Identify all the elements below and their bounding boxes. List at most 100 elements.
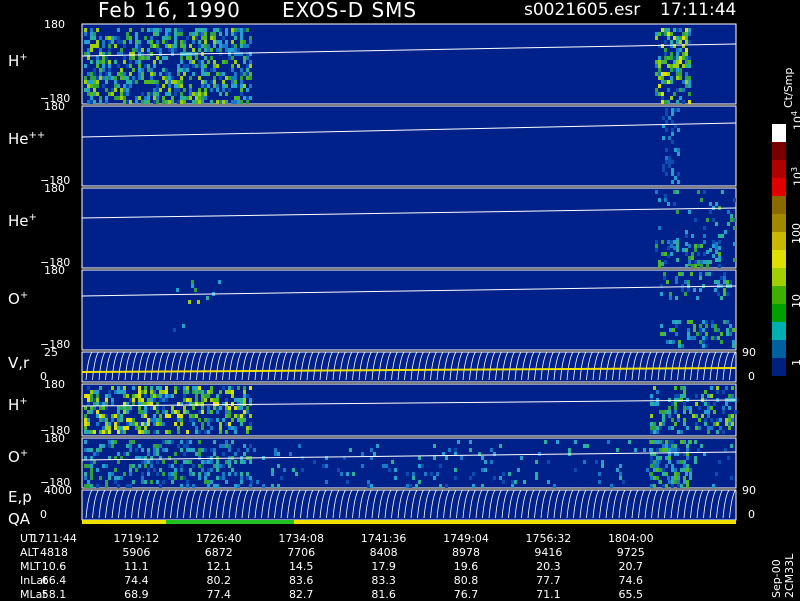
h-plus-activity — [213, 80, 216, 84]
h-plus-activity — [114, 44, 117, 48]
he-pp-activity — [665, 120, 668, 124]
h-plus-2-activity — [117, 426, 120, 430]
o-plus-2-activity — [183, 476, 186, 480]
h-plus-activity — [174, 88, 177, 92]
o-plus-activity — [714, 328, 717, 332]
o-plus-2-activity — [514, 480, 517, 484]
h-plus-activity — [138, 68, 141, 72]
h-plus-2-activity — [662, 414, 665, 418]
o-plus-activity — [699, 328, 702, 332]
o-plus-2-activity — [243, 452, 246, 456]
o-plus-activity — [660, 324, 663, 328]
h-plus-activity — [165, 40, 168, 44]
he-plus-activity — [718, 234, 721, 238]
o-plus-activity — [702, 328, 705, 332]
o-plus-2-activity — [246, 448, 249, 452]
qa-highlight — [166, 520, 294, 524]
o-plus-2-activity — [674, 476, 677, 480]
o-plus-2-activity — [668, 444, 671, 448]
o-plus-2-activity — [511, 480, 514, 484]
y-tick-right-min: 0 — [748, 370, 755, 383]
o-plus-2-activity — [668, 448, 671, 452]
h-plus-2-activity — [683, 386, 686, 390]
h-plus-activity — [117, 72, 120, 76]
o-plus-2-activity — [659, 448, 662, 452]
o-plus-2-activity — [662, 484, 665, 488]
o-plus-2-activity — [671, 464, 674, 468]
he-plus-activity — [655, 244, 658, 248]
o-plus-2-activity — [108, 476, 111, 480]
h-plus-activity — [147, 100, 150, 104]
h-plus-activity — [117, 36, 120, 40]
h-plus-2-activity — [105, 414, 108, 418]
h-plus-activity — [180, 44, 183, 48]
o-plus-2-activity — [156, 472, 159, 476]
h-plus-2-activity — [216, 410, 219, 414]
h-plus-2-activity — [650, 426, 653, 430]
colorbar — [772, 124, 786, 376]
o-plus-2-activity — [114, 480, 117, 484]
h-plus-activity — [213, 76, 216, 80]
o-plus-activity — [681, 288, 684, 292]
h-plus-activity — [658, 92, 661, 96]
h-plus-activity — [198, 40, 201, 44]
h-plus-2-activity — [102, 418, 105, 422]
h-plus-2-activity — [177, 414, 180, 418]
h-plus-activity — [183, 68, 186, 72]
h-plus-activity — [667, 72, 670, 76]
h-plus-2-activity — [126, 418, 129, 422]
he-pp-activity — [665, 108, 668, 112]
o-plus-2-activity — [231, 440, 234, 444]
h-plus-activity — [189, 60, 192, 64]
o-plus-2-activity — [535, 472, 538, 476]
h-plus-activity — [183, 64, 186, 68]
h-plus-activity — [135, 36, 138, 40]
h-plus-2-activity — [171, 394, 174, 398]
o-plus-2-activity — [665, 484, 668, 488]
h-plus-activity — [123, 76, 126, 80]
y-tick-max: 4000 — [44, 484, 72, 497]
h-plus-activity — [108, 44, 111, 48]
h-plus-2-activity — [141, 410, 144, 414]
h-plus-activity — [171, 80, 174, 84]
h-plus-2-activity — [731, 422, 734, 426]
he-pp-activity — [677, 148, 680, 152]
h-plus-activity — [153, 80, 156, 84]
o-plus-activity — [191, 284, 194, 288]
h-plus-activity — [174, 44, 177, 48]
o-plus-activity — [723, 288, 726, 292]
h-plus-activity — [171, 48, 174, 52]
o-plus-2-activity — [96, 448, 99, 452]
h-plus-activity — [138, 56, 141, 60]
he-plus-activity — [733, 226, 736, 230]
o-plus-2-activity — [472, 484, 475, 488]
h-plus-activity — [156, 48, 159, 52]
h-plus-activity — [234, 60, 237, 64]
h-plus-activity — [135, 32, 138, 36]
o-plus-2-activity — [174, 472, 177, 476]
h-plus-activity — [685, 80, 688, 84]
o-plus-2-activity — [454, 468, 457, 472]
h-plus-2-activity — [162, 394, 165, 398]
h-plus-activity — [168, 80, 171, 84]
h-plus-2-activity — [153, 422, 156, 426]
o-plus-2-activity — [114, 440, 117, 444]
h-plus-activity — [141, 28, 144, 32]
o-plus-activity — [732, 340, 735, 344]
h-plus-activity — [192, 64, 195, 68]
h-plus-activity — [670, 52, 673, 56]
h-plus-activity — [249, 36, 252, 40]
o-plus-activity — [197, 300, 200, 304]
h-plus-2-activity — [168, 394, 171, 398]
h-plus-2-activity — [138, 430, 141, 434]
he-plus-activity — [670, 244, 673, 248]
h-plus-2-activity — [204, 398, 207, 402]
o-plus-2-activity — [694, 440, 697, 444]
o-plus-activity — [732, 328, 735, 332]
h-plus-activity — [186, 56, 189, 60]
o-plus-2-activity — [523, 480, 526, 484]
time-axis-cell: 80.8 — [453, 574, 479, 587]
o-plus-2-activity — [511, 484, 514, 488]
colorbar-swatch — [772, 322, 786, 341]
time-axis-cell: 4818 — [40, 546, 68, 559]
